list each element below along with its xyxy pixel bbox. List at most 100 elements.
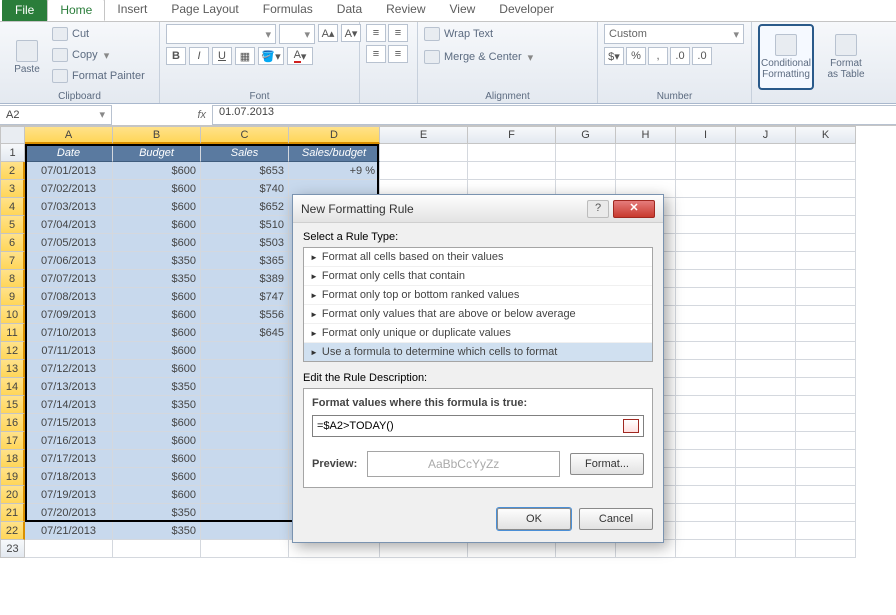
cell[interactable]: $600	[113, 198, 201, 216]
cell[interactable]	[616, 162, 676, 180]
row-header[interactable]: 15	[0, 396, 25, 414]
column-header-B[interactable]: B	[113, 126, 201, 144]
cell[interactable]	[796, 396, 856, 414]
cell[interactable]: $600	[113, 432, 201, 450]
cell[interactable]	[113, 540, 201, 558]
row-header[interactable]: 21	[0, 504, 25, 522]
cell[interactable]	[736, 504, 796, 522]
format-button[interactable]: Format...	[570, 453, 644, 475]
row-header[interactable]: 22	[0, 522, 25, 540]
row-header[interactable]: 5	[0, 216, 25, 234]
cancel-button[interactable]: Cancel	[579, 508, 653, 530]
font-name-combo[interactable]: ▾	[166, 24, 276, 44]
row-header[interactable]: 13	[0, 360, 25, 378]
font-size-combo[interactable]: ▾	[279, 24, 315, 44]
cell[interactable]	[736, 486, 796, 504]
row-header[interactable]: 20	[0, 486, 25, 504]
cell[interactable]	[676, 324, 736, 342]
border-button[interactable]: ▦	[235, 47, 255, 65]
cell[interactable]: $350	[113, 396, 201, 414]
row-header[interactable]: 8	[0, 270, 25, 288]
cell[interactable]	[201, 468, 289, 486]
cell[interactable]: $350	[113, 378, 201, 396]
cell[interactable]	[201, 396, 289, 414]
column-header-I[interactable]: I	[676, 126, 736, 144]
cell[interactable]	[796, 360, 856, 378]
cell[interactable]	[796, 234, 856, 252]
cell[interactable]: $600	[113, 162, 201, 180]
cell[interactable]	[676, 414, 736, 432]
cell[interactable]: 07/20/2013	[25, 504, 113, 522]
cell[interactable]	[676, 360, 736, 378]
close-button[interactable]: ✕	[613, 200, 655, 218]
row-header[interactable]: 3	[0, 180, 25, 198]
cell[interactable]	[201, 486, 289, 504]
cell[interactable]	[736, 288, 796, 306]
ribbon-tab-insert[interactable]: Insert	[105, 0, 159, 21]
ribbon-tab-review[interactable]: Review	[374, 0, 437, 21]
header-cell[interactable]: Sales	[201, 144, 289, 162]
row-header[interactable]: 6	[0, 234, 25, 252]
row-header[interactable]: 18	[0, 450, 25, 468]
cell[interactable]: 07/16/2013	[25, 432, 113, 450]
cell[interactable]	[201, 414, 289, 432]
cell[interactable]: $600	[113, 342, 201, 360]
cell[interactable]: 07/07/2013	[25, 270, 113, 288]
cell[interactable]	[676, 234, 736, 252]
column-header-F[interactable]: F	[468, 126, 556, 144]
cell[interactable]: 07/08/2013	[25, 288, 113, 306]
formula-input-field[interactable]	[317, 420, 623, 432]
cell[interactable]	[796, 324, 856, 342]
cell[interactable]	[201, 450, 289, 468]
cell[interactable]	[736, 414, 796, 432]
row-header[interactable]: 23	[0, 540, 25, 558]
file-tab[interactable]: File	[2, 0, 47, 21]
cell[interactable]: $747	[201, 288, 289, 306]
cell[interactable]	[676, 270, 736, 288]
cell[interactable]: 07/01/2013	[25, 162, 113, 180]
cell[interactable]	[556, 162, 616, 180]
cell[interactable]	[736, 306, 796, 324]
cell[interactable]	[676, 180, 736, 198]
cell[interactable]: 07/12/2013	[25, 360, 113, 378]
cell[interactable]: $645	[201, 324, 289, 342]
cell[interactable]: $600	[113, 468, 201, 486]
cell[interactable]	[676, 522, 736, 540]
cell[interactable]	[736, 180, 796, 198]
cell[interactable]: $350	[113, 522, 201, 540]
cell[interactable]: $510	[201, 216, 289, 234]
cell[interactable]	[736, 198, 796, 216]
cell[interactable]	[676, 288, 736, 306]
cell[interactable]: 07/02/2013	[25, 180, 113, 198]
cell[interactable]	[676, 378, 736, 396]
cell[interactable]: $600	[113, 360, 201, 378]
row-header[interactable]: 9	[0, 288, 25, 306]
cell[interactable]: $600	[113, 216, 201, 234]
decrease-font-icon[interactable]: A▾	[341, 24, 361, 42]
cell[interactable]	[736, 252, 796, 270]
cell[interactable]	[736, 378, 796, 396]
cell[interactable]	[736, 342, 796, 360]
header-cell[interactable]: Sales/budget	[289, 144, 380, 162]
cell[interactable]	[796, 414, 856, 432]
cell[interactable]	[736, 468, 796, 486]
currency-button[interactable]: $▾	[604, 47, 624, 65]
cell[interactable]: $600	[113, 180, 201, 198]
rule-type-item[interactable]: ►Format only cells that contain	[304, 267, 652, 286]
ribbon-tab-data[interactable]: Data	[325, 0, 374, 21]
cell[interactable]: $350	[113, 504, 201, 522]
column-header-H[interactable]: H	[616, 126, 676, 144]
cell[interactable]	[796, 540, 856, 558]
cell[interactable]	[796, 270, 856, 288]
cell[interactable]: $600	[113, 450, 201, 468]
font-color-button[interactable]: A▾	[287, 47, 313, 65]
cell[interactable]	[796, 288, 856, 306]
rule-type-item[interactable]: ►Format only top or bottom ranked values	[304, 286, 652, 305]
row-header[interactable]: 17	[0, 432, 25, 450]
row-header[interactable]: 4	[0, 198, 25, 216]
cell[interactable]	[201, 432, 289, 450]
formula-field[interactable]	[312, 415, 644, 437]
cell[interactable]	[676, 306, 736, 324]
cell[interactable]: 07/19/2013	[25, 486, 113, 504]
cell[interactable]	[796, 468, 856, 486]
